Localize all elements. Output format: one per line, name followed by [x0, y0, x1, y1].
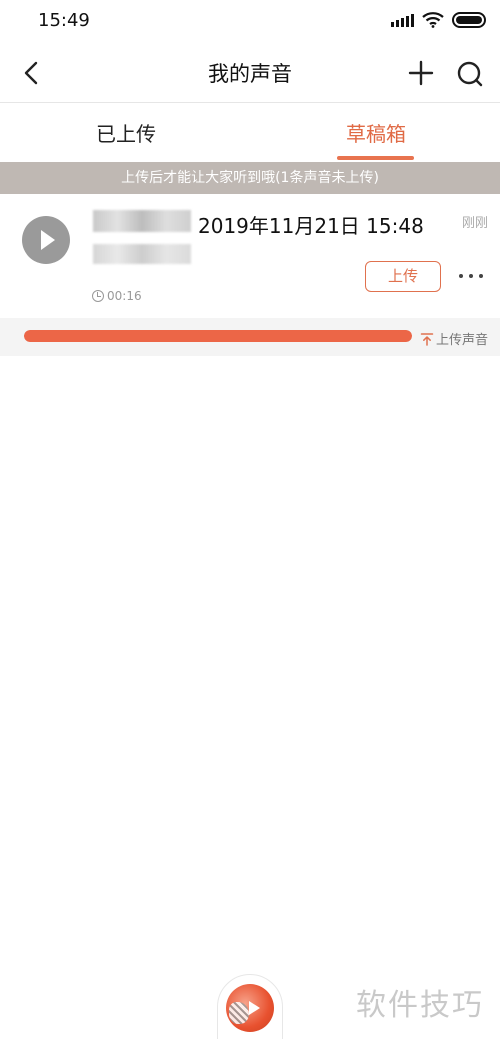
upload-all-button[interactable]: 上传声音 [420, 329, 488, 348]
tab-uploaded[interactable]: 已上传 [96, 118, 156, 147]
duration: 00:16 [92, 289, 142, 303]
floating-player[interactable] [217, 974, 283, 1039]
nav-divider [0, 102, 500, 103]
notice-banner: 上传后才能让大家听到哦(1条声音未上传) [0, 162, 500, 194]
blurred-text [93, 210, 191, 232]
status-icons [391, 12, 486, 28]
wifi-icon [422, 12, 444, 28]
status-time: 15:49 [38, 10, 90, 31]
tabs: 已上传 草稿箱 [0, 104, 500, 162]
battery-icon [452, 12, 486, 28]
upload-button[interactable]: 上传 [365, 261, 441, 292]
more-icon[interactable] [459, 266, 483, 286]
draft-time-ago: 刚刚 [462, 216, 489, 231]
active-tab-indicator [337, 156, 414, 160]
draft-title: 2019年11月21日 15:48 [198, 214, 424, 238]
tab-drafts[interactable]: 草稿箱 [346, 118, 406, 147]
progress-fill [24, 330, 412, 342]
play-button[interactable] [22, 216, 70, 264]
signal-icon [391, 13, 414, 27]
clock-icon [92, 290, 104, 302]
upload-progress-row: 上传声音 [0, 318, 500, 356]
player-disc-icon[interactable] [226, 984, 274, 1032]
search-icon[interactable] [452, 56, 488, 92]
upload-all-label: 上传声音 [436, 333, 489, 348]
add-icon[interactable] [404, 56, 438, 90]
watermark: 软件技巧 [356, 988, 484, 1023]
draft-item[interactable]: 2019年11月21日 15:48 刚刚 00:16 上传 [0, 194, 500, 316]
upload-icon [420, 332, 434, 346]
status-bar: 15:49 [0, 0, 500, 42]
nav-bar: 我的声音 [0, 46, 500, 102]
duration-value: 00:16 [107, 289, 142, 303]
progress-bar [24, 330, 412, 342]
blurred-text [93, 244, 191, 264]
